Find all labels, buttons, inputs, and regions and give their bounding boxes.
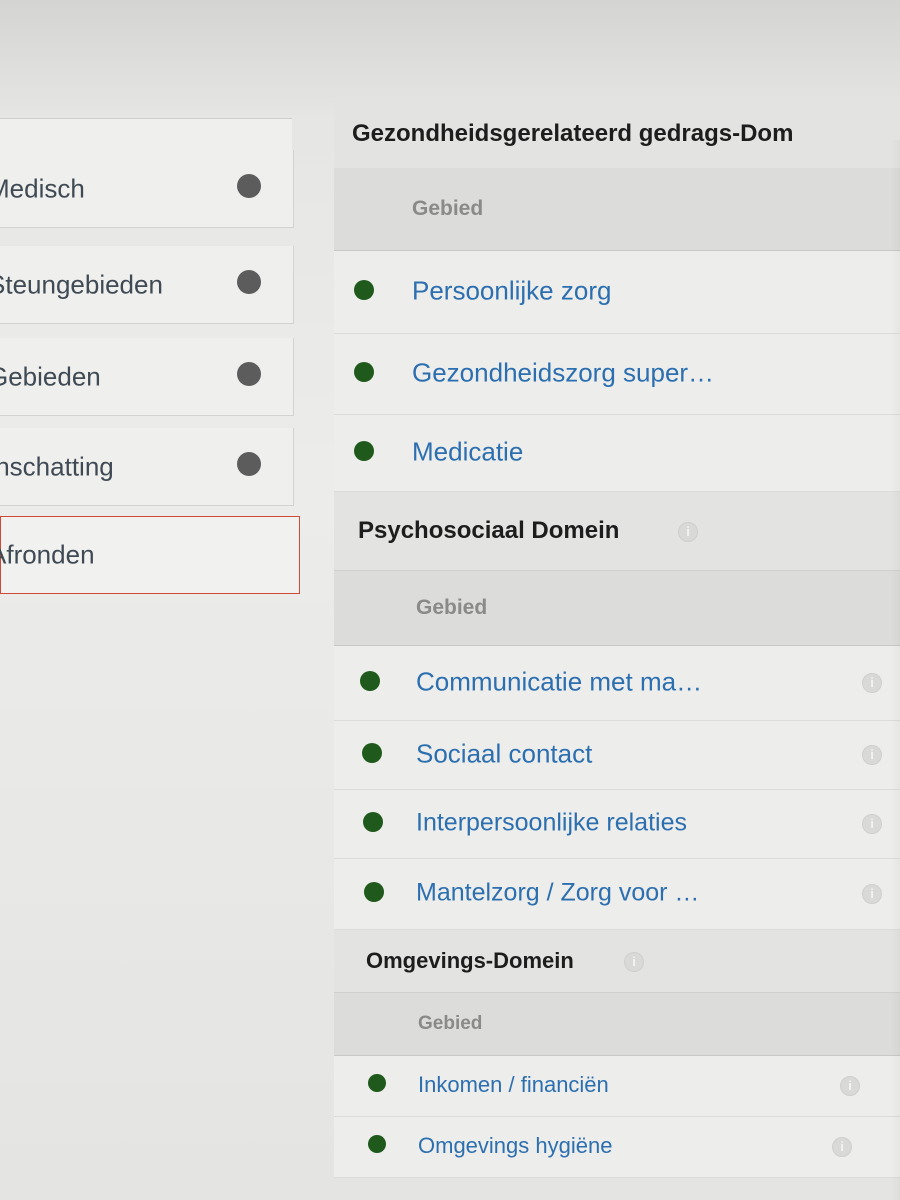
- domain-tables: Gezondheidsgerelateerd gedrags-Dom Gebie…: [334, 100, 900, 1200]
- sidebar-item-afronden[interactable]: Afronden: [0, 516, 300, 594]
- app-page: Medisch Steungebieden Gebieden Inschatti…: [0, 0, 900, 1200]
- sidebar-top-strip: [0, 118, 292, 152]
- sidebar-item-label: Medisch: [0, 173, 85, 203]
- column-header-label: Gebied: [412, 197, 484, 220]
- domain-row-inkomen[interactable]: Inkomen / financiën i: [334, 1056, 900, 1117]
- column-header: Gebied: [334, 993, 900, 1056]
- domain-row-mantelzorg[interactable]: Mantelzorg / Zorg voor … i: [334, 859, 900, 930]
- domain-row-communicatie[interactable]: Communicatie met ma… i: [334, 646, 900, 721]
- sidebar-item-medisch[interactable]: Medisch: [0, 150, 294, 228]
- column-header: Gebied: [334, 168, 900, 251]
- row-link[interactable]: Medicatie: [412, 436, 523, 467]
- sidebar-item-inschatting[interactable]: Inschatting: [0, 428, 294, 506]
- domain-row-omgevings-hygiene[interactable]: Omgevings hygiëne i: [334, 1117, 900, 1178]
- status-dot-icon: [360, 671, 380, 691]
- info-icon[interactable]: i: [862, 745, 882, 765]
- sidebar-item-steungebieden[interactable]: Steungebieden: [0, 246, 294, 324]
- sidebar-item-label: Steungebieden: [0, 269, 163, 299]
- info-icon[interactable]: i: [862, 814, 882, 834]
- status-dot-icon: [237, 361, 261, 386]
- status-dot-icon: [368, 1135, 386, 1153]
- info-icon[interactable]: i: [840, 1076, 860, 1096]
- domain-header-gezondheid: Gezondheidsgerelateerd gedrags-Dom: [334, 100, 900, 169]
- domain-row-persoonlijke-zorg[interactable]: Persoonlijke zorg: [334, 251, 900, 334]
- status-dot-icon: [364, 882, 384, 902]
- status-dot-icon: [237, 173, 261, 198]
- sidebar-item-gebieden[interactable]: Gebieden: [0, 338, 294, 416]
- column-header-label: Gebied: [416, 596, 488, 619]
- info-icon[interactable]: i: [862, 884, 882, 904]
- column-header-label: Gebied: [418, 1013, 483, 1034]
- status-dot-icon: [362, 743, 382, 763]
- status-dot-icon: [354, 441, 374, 461]
- info-icon[interactable]: i: [624, 952, 644, 972]
- domain-row-sociaal-contact[interactable]: Sociaal contact i: [334, 721, 900, 790]
- column-header: Gebied: [334, 571, 900, 646]
- domain-row-interpersoonlijke[interactable]: Interpersoonlijke relaties i: [334, 790, 900, 859]
- domain-header-omgeving: Omgevings-Domein i: [334, 930, 900, 993]
- sidebar-item-label: Inschatting: [0, 451, 114, 481]
- row-link[interactable]: Sociaal contact: [416, 738, 592, 769]
- domain-row-gezondheidszorg[interactable]: Gezondheidszorg super…: [334, 334, 900, 415]
- sidebar-item-label: Afronden: [0, 539, 95, 570]
- row-link[interactable]: Omgevings hygiëne: [418, 1133, 612, 1159]
- status-dot-icon: [368, 1074, 386, 1092]
- row-link[interactable]: Gezondheidszorg super…: [412, 357, 714, 388]
- info-icon[interactable]: i: [862, 673, 882, 693]
- status-dot-icon: [237, 269, 261, 294]
- domain-title: Omgevings-Domein: [366, 948, 574, 973]
- info-icon[interactable]: i: [678, 522, 698, 542]
- row-link[interactable]: Communicatie met ma…: [416, 666, 702, 697]
- domain-title: Psychosociaal Domein: [358, 517, 620, 544]
- sidebar-item-label: Gebieden: [0, 361, 101, 391]
- status-dot-icon: [363, 812, 383, 832]
- row-link[interactable]: Persoonlijke zorg: [412, 275, 611, 306]
- info-icon[interactable]: i: [832, 1137, 852, 1157]
- row-link[interactable]: Interpersoonlijke relaties: [416, 808, 687, 837]
- row-link[interactable]: Mantelzorg / Zorg voor …: [416, 878, 699, 907]
- status-dot-icon: [354, 362, 374, 382]
- domain-header-psychosociaal: Psychosociaal Domein i: [334, 492, 900, 571]
- row-link[interactable]: Inkomen / financiën: [418, 1072, 609, 1098]
- status-dot-icon: [237, 451, 261, 476]
- domain-row-medicatie[interactable]: Medicatie: [334, 415, 900, 492]
- status-dot-icon: [354, 280, 374, 300]
- domain-title: Gezondheidsgerelateerd gedrags-Dom: [352, 120, 794, 147]
- page-edge-shade: [890, 140, 900, 1200]
